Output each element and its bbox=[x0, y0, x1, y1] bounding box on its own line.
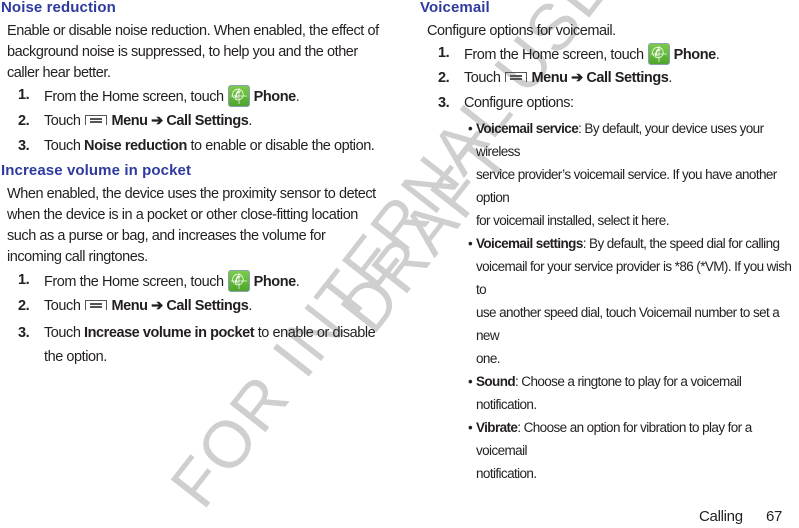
step-1: 1. From the Home screen, touch ✆ Phone. bbox=[0, 85, 300, 108]
bullet-icon: • bbox=[468, 374, 473, 389]
step-post: . bbox=[295, 89, 300, 105]
step-bold-text: Menu ➔ Call Settings bbox=[111, 113, 249, 129]
step-bold-text: Noise reduction bbox=[84, 138, 187, 154]
section-heading: Noise reduction bbox=[1, 0, 116, 16]
section-intro: When enabled, the device uses the proxim… bbox=[0, 184, 402, 268]
section-heading: Voicemail bbox=[420, 0, 490, 16]
footer-page-number: 67 bbox=[766, 508, 783, 525]
step-text: Configure options: bbox=[464, 95, 574, 111]
step-bold-text: Phone bbox=[253, 274, 297, 290]
step-3: 3. Configure options: bbox=[420, 93, 574, 114]
step-3: 3. Touch Increase volume in pocket to en… bbox=[0, 321, 376, 369]
step-text: From the Home screen, touch bbox=[464, 47, 644, 63]
phone-icon: ✆ bbox=[227, 85, 250, 107]
bullet-icon: • bbox=[468, 420, 473, 435]
step-number: 2. bbox=[18, 298, 30, 314]
option-text: : By default, the speed dial for calling bbox=[582, 236, 780, 251]
step-3: 3. Touch Noise reduction to enable or di… bbox=[0, 136, 375, 157]
option-voicemail-service: • Voicemail service: By default, your de… bbox=[420, 117, 799, 232]
option-label: Sound bbox=[476, 374, 516, 389]
menu-icon bbox=[85, 115, 108, 125]
step-2: 2. Touch Menu ➔ Call Settings. bbox=[0, 111, 252, 132]
step-post: . bbox=[715, 47, 720, 63]
step-text: Touch bbox=[44, 138, 81, 154]
option-vibrate: • Vibrate: Choose an option for vibratio… bbox=[420, 416, 799, 485]
step-post: . bbox=[295, 274, 300, 290]
option-label: Vibrate bbox=[476, 420, 518, 435]
option-label: Voicemail service bbox=[476, 121, 579, 136]
option-voicemail-settings: • Voicemail settings: By default, the sp… bbox=[420, 232, 799, 370]
intro-line: When enabled, the device uses the proxim… bbox=[7, 186, 376, 202]
step-text: Touch bbox=[44, 298, 81, 314]
option-text: notification. bbox=[476, 466, 537, 481]
bullet-icon: • bbox=[468, 121, 473, 136]
step-text: Touch bbox=[44, 325, 81, 341]
option-sound: • Sound: Choose a ringtone to play for a… bbox=[420, 370, 799, 416]
menu-icon bbox=[505, 72, 528, 82]
step-2: 2. Touch Menu ➔ Call Settings. bbox=[0, 296, 252, 317]
menu-icon bbox=[85, 300, 108, 310]
step-post-continued: the option. bbox=[44, 349, 107, 365]
phone-icon: ✆ bbox=[647, 43, 670, 65]
intro-line: when the device is in a pocket or other … bbox=[7, 207, 358, 223]
step-text: From the Home screen, touch bbox=[44, 274, 224, 290]
step-number: 3. bbox=[438, 95, 450, 111]
option-text: : Choose a ringtone to play for a voicem… bbox=[476, 374, 742, 412]
options-list: • Voicemail service: By default, your de… bbox=[420, 117, 799, 485]
section-heading: Increase volume in pocket bbox=[1, 162, 192, 179]
step-number: 3. bbox=[18, 325, 30, 341]
step-post: to enable or disable the option. bbox=[190, 138, 375, 154]
step-number: 1. bbox=[18, 87, 30, 103]
step-post: . bbox=[668, 70, 672, 86]
step-number: 1. bbox=[18, 272, 30, 288]
option-label: Voicemail settings bbox=[476, 236, 583, 251]
step-bold-text: Phone bbox=[673, 47, 717, 63]
step-text: Touch bbox=[44, 113, 81, 129]
step-1: 1. From the Home screen, touch ✆ Phone. bbox=[420, 43, 720, 66]
footer-section-name: Calling bbox=[699, 508, 743, 525]
step-post: . bbox=[248, 113, 252, 129]
step-post: . bbox=[248, 298, 252, 314]
step-number: 1. bbox=[438, 45, 450, 61]
option-text: voicemail for your service provider is *… bbox=[476, 259, 792, 297]
step-1: 1. From the Home screen, touch ✆ Phone. bbox=[0, 270, 300, 293]
step-text: Touch bbox=[464, 70, 501, 86]
step-text: From the Home screen, touch bbox=[44, 89, 224, 105]
option-text: one. bbox=[476, 351, 500, 366]
option-text: for voicemail installed, select it here. bbox=[476, 213, 669, 228]
bullet-icon: • bbox=[468, 236, 473, 251]
option-text: use another speed dial, touch Voicemail … bbox=[476, 305, 780, 343]
step-bold-text: Phone bbox=[253, 89, 297, 105]
section-intro: Enable or disable noise reduction. When … bbox=[7, 23, 379, 81]
step-bold-text: Menu ➔ Call Settings bbox=[531, 70, 669, 86]
section-intro: Configure options for voicemail. bbox=[427, 23, 616, 39]
step-bold-text: Menu ➔ Call Settings bbox=[111, 298, 249, 314]
option-text: : Choose an option for vibration to play… bbox=[476, 420, 752, 458]
intro-line: such as a purse or bag, and increases th… bbox=[7, 228, 326, 244]
step-bold-text: Increase volume in pocket bbox=[84, 325, 255, 341]
step-number: 3. bbox=[18, 138, 30, 154]
intro-line: incoming call ringtones. bbox=[7, 249, 148, 265]
step-2: 2. Touch Menu ➔ Call Settings. bbox=[420, 68, 672, 89]
option-text: service provider’s voicemail service. If… bbox=[476, 167, 777, 205]
phone-icon: ✆ bbox=[227, 270, 250, 292]
step-number: 2. bbox=[438, 70, 450, 86]
step-number: 2. bbox=[18, 113, 30, 129]
step-post: to enable or disable bbox=[257, 325, 376, 341]
